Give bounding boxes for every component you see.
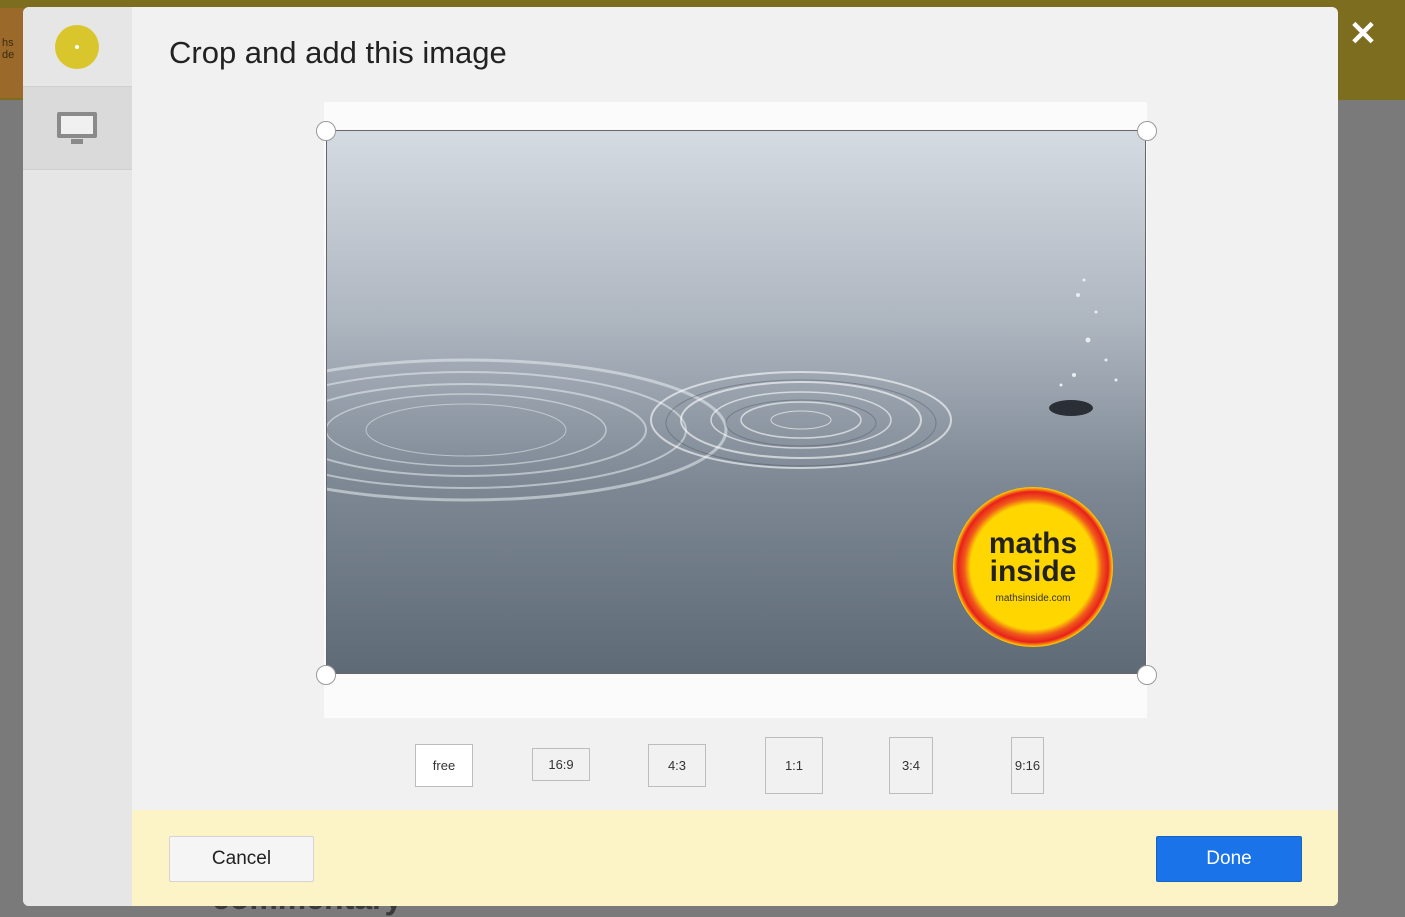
ratio-button-16-9[interactable]: 16:9 — [532, 748, 590, 781]
ratio-button-4-3[interactable]: 4:3 — [648, 744, 706, 787]
logo-text-inside: inside — [990, 555, 1077, 588]
crop-handle-bottom-left[interactable] — [316, 665, 336, 685]
crop-canvas[interactable]: maths inside mathsinside.com — [316, 102, 1157, 718]
background-logo-text-2: de — [2, 49, 15, 61]
background-logo-text-1: hs — [2, 37, 14, 49]
sidebar-tab-desktop[interactable] — [23, 86, 132, 170]
dialog-footer: Cancel Done — [132, 810, 1338, 906]
background-logo: hs de — [0, 8, 24, 98]
dialog-title: Crop and add this image — [169, 35, 507, 70]
crop-dialog: Crop and add this image maths inside mat… — [23, 7, 1338, 906]
logo-url: mathsinside.com — [995, 593, 1070, 604]
sidebar — [23, 7, 132, 906]
monitor-icon — [57, 112, 97, 144]
crop-handle-top-left[interactable] — [316, 121, 336, 141]
ratio-button-1-1[interactable]: 1:1 — [765, 737, 823, 794]
ratio-button-free[interactable]: free — [415, 744, 473, 787]
done-button[interactable]: Done — [1156, 836, 1302, 882]
crop-handle-top-right[interactable] — [1137, 121, 1157, 141]
ratio-button-9-16[interactable]: 9:16 — [1011, 737, 1044, 794]
ratio-button-3-4[interactable]: 3:4 — [889, 737, 933, 794]
crop-handle-bottom-right[interactable] — [1137, 665, 1157, 685]
close-icon[interactable]: ✕ — [1343, 14, 1383, 54]
cancel-button[interactable]: Cancel — [169, 836, 314, 882]
crop-image: maths inside mathsinside.com — [326, 130, 1146, 674]
app-logo-icon — [55, 25, 99, 69]
